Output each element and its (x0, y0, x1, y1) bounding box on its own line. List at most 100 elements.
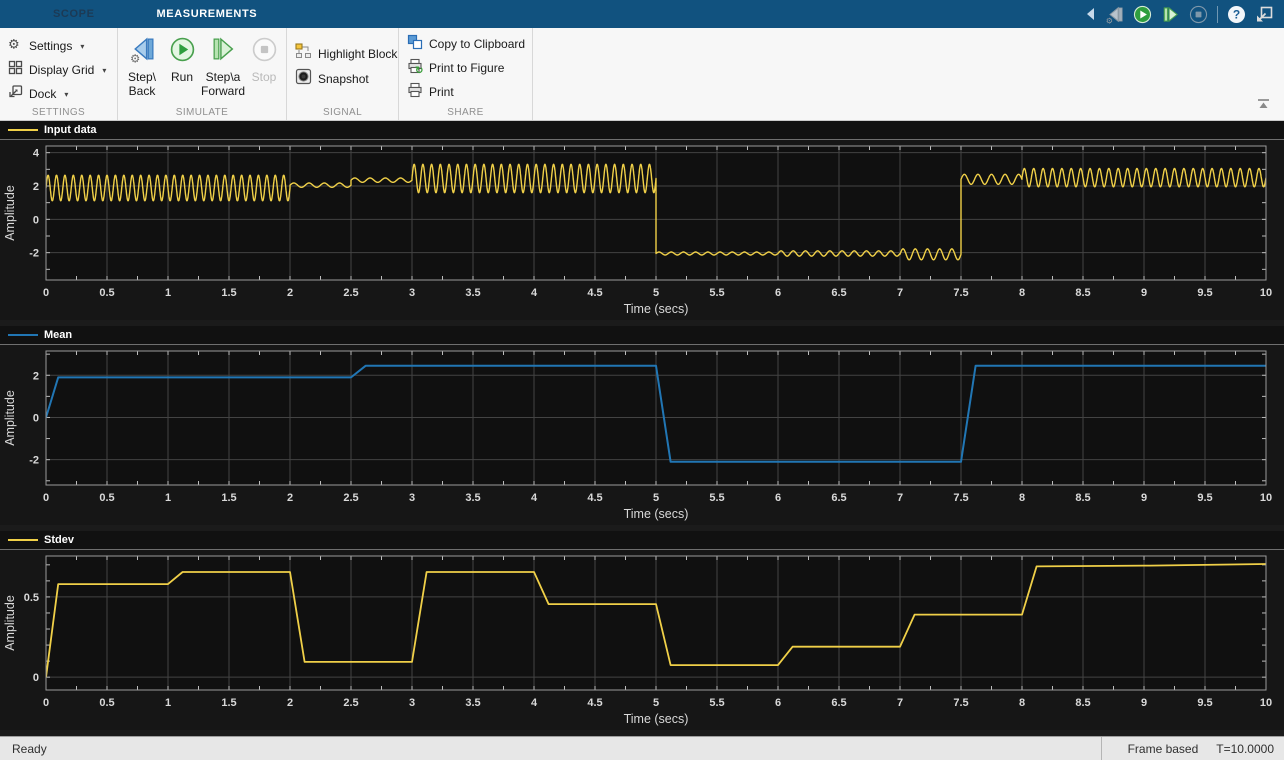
simulate-section-label: SIMULATE (118, 107, 286, 118)
snapshot-button[interactable]: Snapshot (295, 66, 398, 91)
svg-text:0.5: 0.5 (99, 287, 114, 299)
svg-text:2: 2 (33, 181, 39, 193)
legend-label: Stdev (44, 534, 74, 546)
svg-text:0: 0 (43, 287, 49, 299)
svg-text:6: 6 (775, 697, 781, 709)
svg-text:2.5: 2.5 (343, 697, 358, 709)
copy-clipboard-icon (407, 34, 423, 55)
step-back-quick-icon: ⚙ (1105, 5, 1124, 24)
collapse-ribbon-icon[interactable] (1257, 96, 1270, 114)
svg-text:7.5: 7.5 (953, 697, 968, 709)
print-button[interactable]: Print (407, 80, 532, 104)
svg-text:-2: -2 (29, 455, 39, 467)
svg-text:3: 3 (409, 287, 415, 299)
svg-text:4.5: 4.5 (587, 697, 602, 709)
svg-text:7.5: 7.5 (953, 492, 968, 504)
status-bar: Ready Frame based T=10.0000 (0, 736, 1284, 760)
print-to-figure-label: Print to Figure (429, 61, 504, 75)
svg-text:⚙: ⚙ (1106, 16, 1113, 24)
copy-to-clipboard-button[interactable]: Copy to Clipboard (407, 32, 532, 56)
x-axis-label: Time (secs) (624, 302, 689, 316)
settings-button[interactable]: ⚙ Settings ▾ (8, 34, 117, 58)
svg-text:5: 5 (653, 697, 659, 709)
legend-label: Input data (44, 124, 97, 136)
tab-scope[interactable]: SCOPE (33, 0, 115, 28)
svg-text:5.5: 5.5 (709, 492, 724, 504)
svg-text:9: 9 (1141, 492, 1147, 504)
y-axis-label: Amplitude (3, 390, 17, 446)
run-label: Run (171, 70, 193, 84)
copy-to-clipboard-label: Copy to Clipboard (429, 37, 525, 51)
svg-text:0: 0 (33, 214, 39, 226)
step-forward-label: Step\aForward (201, 70, 245, 98)
run-quick-icon[interactable] (1133, 5, 1152, 24)
svg-text:3.5: 3.5 (465, 492, 480, 504)
x-axis-label: Time (secs) (624, 507, 689, 521)
highlight-block-label: Highlight Block (318, 47, 397, 61)
svg-text:6.5: 6.5 (831, 697, 846, 709)
legend-swatch (8, 129, 38, 131)
snapshot-label: Snapshot (318, 72, 369, 86)
display-grid-button[interactable]: Display Grid ▾ (8, 58, 117, 82)
svg-text:0.5: 0.5 (24, 592, 39, 604)
svg-text:10: 10 (1260, 287, 1272, 299)
svg-text:4.5: 4.5 (587, 492, 602, 504)
snapshot-icon (295, 68, 312, 90)
stdev-display-panel: Stdev00.511.522.533.544.555.566.577.588.… (0, 531, 1284, 736)
dock-icon (8, 84, 23, 104)
tab-bar: SCOPE MEASUREMENTS ⚙ (0, 0, 1284, 28)
stop-quick-icon (1189, 5, 1208, 24)
input-data-display-panel: Input data00.511.522.533.544.555.566.577… (0, 121, 1284, 326)
svg-text:2.5: 2.5 (343, 492, 358, 504)
svg-text:5: 5 (653, 287, 659, 299)
svg-text:6.5: 6.5 (831, 287, 846, 299)
svg-text:4.5: 4.5 (587, 287, 602, 299)
step-back-label: Step\Back (128, 70, 156, 98)
chevron-down-icon: ▾ (80, 42, 84, 51)
svg-text:2: 2 (33, 370, 39, 382)
svg-text:2: 2 (287, 287, 293, 299)
print-to-figure-button[interactable]: ↻ Print to Figure (407, 56, 532, 80)
svg-text:?: ? (1233, 7, 1240, 21)
svg-text:5.5: 5.5 (709, 697, 724, 709)
mean-display-panel: Mean00.511.522.533.544.555.566.577.588.5… (0, 326, 1284, 531)
highlight-block-icon (295, 43, 312, 65)
svg-text:8: 8 (1019, 287, 1025, 299)
display-grid-label: Display Grid (29, 63, 94, 77)
frame-mode-indicator: Frame based (1128, 742, 1199, 756)
svg-text:1: 1 (165, 492, 171, 504)
stdev-plot: 00.511.522.533.544.555.566.577.588.599.5… (0, 550, 1284, 730)
stop-icon (251, 36, 278, 68)
sim-time-indicator: T=10.0000 (1216, 742, 1274, 756)
x-axis-label: Time (secs) (624, 712, 689, 726)
legend-swatch (8, 539, 38, 541)
step-forward-quick-icon[interactable] (1161, 5, 1180, 24)
legend-stdev[interactable]: Stdev (0, 531, 1284, 550)
print-icon (407, 82, 423, 103)
legend-mean[interactable]: Mean (0, 326, 1284, 345)
svg-text:4: 4 (531, 492, 538, 504)
simulate-section: ⚙ Step\Back Run (118, 28, 287, 120)
highlight-block-button[interactable]: Highlight Block (295, 41, 398, 66)
scope-window: SCOPE MEASUREMENTS ⚙ (0, 0, 1284, 760)
scope-displays: Input data00.511.522.533.544.555.566.577… (0, 121, 1284, 736)
svg-text:⚙: ⚙ (8, 37, 20, 52)
help-icon[interactable]: ? (1227, 5, 1246, 24)
dock-button[interactable]: Dock ▾ (8, 82, 117, 106)
status-text: Ready (0, 742, 47, 756)
svg-text:1.5: 1.5 (221, 287, 236, 299)
signal-section: Highlight Block Snapshot SIGNAL (287, 28, 399, 120)
svg-text:9.5: 9.5 (1197, 697, 1212, 709)
step-forward-icon (210, 36, 237, 68)
legend-input-data[interactable]: Input data (0, 121, 1284, 140)
svg-text:4: 4 (531, 697, 538, 709)
undock-icon[interactable] (1255, 5, 1274, 24)
chevron-down-icon: ▾ (64, 90, 68, 99)
collapse-quick-toolbar-icon[interactable] (1084, 6, 1096, 22)
tab-measurements[interactable]: MEASUREMENTS (137, 0, 278, 28)
quick-toolbar-divider (1217, 6, 1218, 23)
svg-text:0.5: 0.5 (99, 697, 114, 709)
svg-text:8.5: 8.5 (1075, 697, 1090, 709)
svg-text:9.5: 9.5 (1197, 492, 1212, 504)
svg-text:2: 2 (287, 697, 293, 709)
